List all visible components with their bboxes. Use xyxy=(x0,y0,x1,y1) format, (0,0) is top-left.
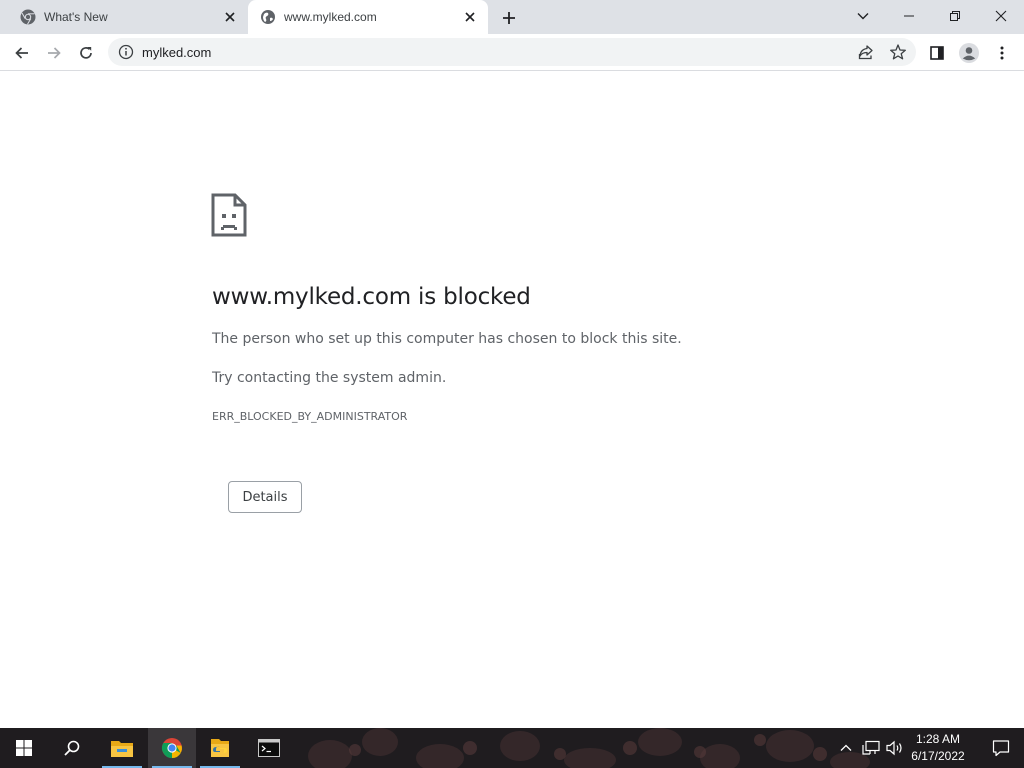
chevron-up-icon xyxy=(840,744,852,751)
sad-page-icon xyxy=(211,193,247,237)
taskbar-file-explorer[interactable] xyxy=(98,728,146,768)
window-close-button[interactable] xyxy=(978,0,1024,32)
kebab-menu-icon xyxy=(1000,46,1004,60)
address-bar[interactable]: mylked.com xyxy=(108,38,916,66)
details-button[interactable]: Details xyxy=(228,481,302,513)
page-title: www.mylked.com is blocked xyxy=(212,284,531,310)
clock-date: 6/17/2022 xyxy=(911,749,965,763)
star-icon[interactable] xyxy=(889,43,907,61)
taskbar-clock[interactable]: 1:28 AM 6/17/2022 xyxy=(905,731,971,765)
globe-icon xyxy=(261,10,275,24)
close-icon[interactable] xyxy=(222,9,238,25)
tab-strip: What's New www.mylked.com xyxy=(0,0,1024,34)
chrome-icon xyxy=(161,738,182,759)
profile-button[interactable] xyxy=(955,39,983,67)
arrow-left-icon xyxy=(15,47,28,59)
browser-toolbar: mylked.com xyxy=(0,34,1024,71)
side-panel-button[interactable] xyxy=(923,39,951,67)
start-icon xyxy=(16,740,32,756)
chrome-icon xyxy=(20,9,36,25)
avatar-icon xyxy=(959,43,979,63)
restore-icon xyxy=(950,11,960,21)
chevron-down-icon xyxy=(857,13,869,20)
tab-search-button[interactable] xyxy=(850,4,876,28)
restore-button[interactable] xyxy=(932,0,978,32)
start-button[interactable] xyxy=(0,728,48,768)
network-icon xyxy=(862,740,880,755)
error-suggestion: Try contacting the system admin. xyxy=(212,370,447,386)
volume-icon xyxy=(886,740,902,756)
menu-button[interactable] xyxy=(988,39,1016,67)
error-page: www.mylked.com is blocked The person who… xyxy=(0,72,1024,728)
tray-chevron[interactable] xyxy=(836,738,856,758)
tab-whats-new[interactable]: What's New xyxy=(8,0,248,34)
taskbar-search-button[interactable] xyxy=(48,728,96,768)
tray-volume[interactable] xyxy=(885,738,905,758)
notification-icon xyxy=(992,740,1010,757)
taskbar-chrome[interactable] xyxy=(148,728,196,768)
error-code: ERR_BLOCKED_BY_ADMINISTRATOR xyxy=(212,410,408,423)
arrow-right-icon xyxy=(48,47,61,59)
minimize-icon xyxy=(904,15,914,17)
reload-button[interactable] xyxy=(72,39,100,67)
minimize-button[interactable] xyxy=(886,0,932,32)
share-icon[interactable] xyxy=(857,43,875,61)
taskbar: 1:28 AM 6/17/2022 xyxy=(0,728,1024,768)
address-url: mylked.com xyxy=(142,45,212,60)
terminal-icon xyxy=(258,739,280,757)
error-message: The person who set up this computer has … xyxy=(212,331,682,347)
tray-network[interactable] xyxy=(861,738,881,758)
tab-title: What's New xyxy=(44,10,108,24)
reload-icon xyxy=(80,47,92,59)
clock-time: 1:28 AM xyxy=(915,732,961,746)
side-panel-icon xyxy=(930,46,944,60)
taskbar-terminal[interactable] xyxy=(245,728,293,768)
info-icon[interactable] xyxy=(118,44,134,60)
close-icon[interactable] xyxy=(462,9,478,25)
close-icon xyxy=(995,10,1007,22)
taskbar-python[interactable] xyxy=(196,728,244,768)
tab-mylked[interactable]: www.mylked.com xyxy=(248,0,488,34)
new-tab-icon[interactable] xyxy=(498,7,520,29)
python-icon xyxy=(211,739,229,757)
action-center-button[interactable] xyxy=(978,728,1024,768)
search-icon xyxy=(64,740,80,756)
tab-title: www.mylked.com xyxy=(284,10,377,24)
forward-button[interactable] xyxy=(40,39,68,67)
back-button[interactable] xyxy=(8,39,36,67)
file-explorer-icon xyxy=(111,741,133,757)
